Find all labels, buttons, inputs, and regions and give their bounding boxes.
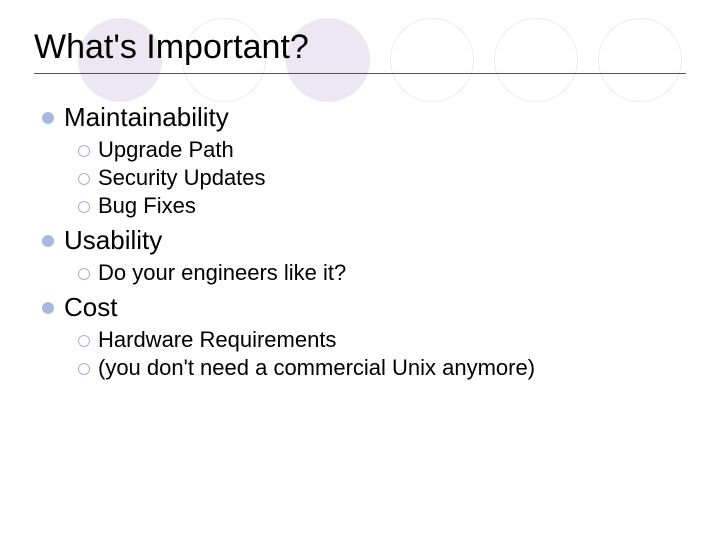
ring-icon (78, 173, 90, 185)
section-heading-text: Cost (64, 292, 117, 323)
slide-body: What's Important? Maintainability Upgrad… (0, 0, 720, 381)
ring-icon (78, 268, 90, 280)
section-heading: Maintainability (42, 102, 686, 133)
content-area: Maintainability Upgrade Path Security Up… (34, 102, 686, 381)
list-item-text: Upgrade Path (98, 137, 234, 163)
bullet-icon (42, 302, 54, 314)
ring-icon (78, 335, 90, 347)
title-rule (34, 73, 686, 74)
ring-icon (78, 201, 90, 213)
section-heading-text: Usability (64, 225, 162, 256)
section-heading: Cost (42, 292, 686, 323)
list-item: Security Updates (78, 165, 686, 191)
list-item-text: Bug Fixes (98, 193, 196, 219)
list-item: (you don't need a commercial Unix anymor… (78, 355, 686, 381)
list-item-text: Security Updates (98, 165, 266, 191)
list-item: Bug Fixes (78, 193, 686, 219)
bullet-icon (42, 235, 54, 247)
ring-icon (78, 363, 90, 375)
ring-icon (78, 145, 90, 157)
list-item: Hardware Requirements (78, 327, 686, 353)
section-heading-text: Maintainability (64, 102, 229, 133)
list-item-text: Do your engineers like it? (98, 260, 346, 286)
slide-title: What's Important? (34, 28, 686, 67)
list-item: Upgrade Path (78, 137, 686, 163)
list-item-text: Hardware Requirements (98, 327, 336, 353)
bullet-icon (42, 112, 54, 124)
list-item-text: (you don't need a commercial Unix anymor… (98, 355, 535, 381)
section-heading: Usability (42, 225, 686, 256)
list-item: Do your engineers like it? (78, 260, 686, 286)
